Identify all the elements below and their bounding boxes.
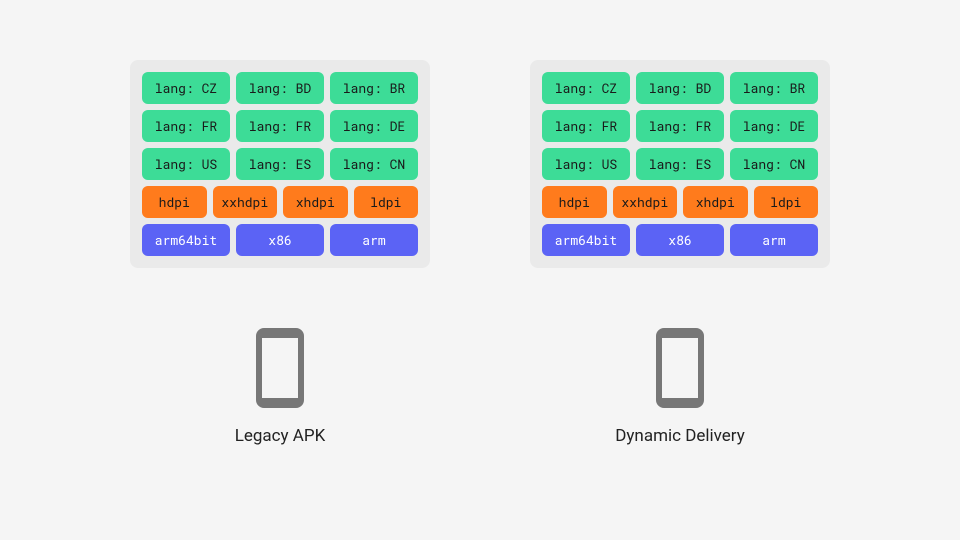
arch-chip: x86 <box>236 224 324 256</box>
lang-chip: lang: BR <box>730 72 818 104</box>
arch-chip: arm <box>330 224 418 256</box>
phone-icon <box>256 328 304 408</box>
lang-chip: lang: US <box>542 148 630 180</box>
dpi-chip: ldpi <box>754 186 819 218</box>
dpi-chip: xxhdpi <box>213 186 278 218</box>
lang-chip: lang: BD <box>236 72 324 104</box>
panel-dynamic: lang: CZ lang: BD lang: BR lang: FR lang… <box>530 60 830 446</box>
caption-legacy: Legacy APK <box>235 426 326 446</box>
lang-chip: lang: BD <box>636 72 724 104</box>
bundle-box-dynamic: lang: CZ lang: BD lang: BR lang: FR lang… <box>530 60 830 268</box>
arch-chip: arm <box>730 224 818 256</box>
dpi-chip: xhdpi <box>283 186 348 218</box>
dpi-chip: ldpi <box>354 186 419 218</box>
arch-chip: arm64bit <box>142 224 230 256</box>
dpi-chip: xxhdpi <box>613 186 678 218</box>
phone-dynamic: Dynamic Delivery <box>615 328 745 446</box>
lang-chip: lang: DE <box>330 110 418 142</box>
lang-chip: lang: ES <box>636 148 724 180</box>
arch-chip: arm64bit <box>542 224 630 256</box>
dpi-chip: hdpi <box>542 186 607 218</box>
arch-chip: x86 <box>636 224 724 256</box>
lang-chip: lang: FR <box>236 110 324 142</box>
lang-chip: lang: FR <box>636 110 724 142</box>
lang-chip: lang: ES <box>236 148 324 180</box>
bundle-box-legacy: lang: CZ lang: BD lang: BR lang: FR lang… <box>130 60 430 268</box>
phone-icon <box>656 328 704 408</box>
lang-chip: lang: CZ <box>142 72 230 104</box>
lang-chip: lang: FR <box>542 110 630 142</box>
lang-chip: lang: BR <box>330 72 418 104</box>
lang-chip: lang: FR <box>142 110 230 142</box>
dpi-chip: hdpi <box>142 186 207 218</box>
caption-dynamic: Dynamic Delivery <box>615 426 745 446</box>
lang-chip: lang: CZ <box>542 72 630 104</box>
lang-chip: lang: CN <box>730 148 818 180</box>
lang-chip: lang: CN <box>330 148 418 180</box>
dpi-chip: xhdpi <box>683 186 748 218</box>
lang-chip: lang: DE <box>730 110 818 142</box>
lang-chip: lang: US <box>142 148 230 180</box>
panel-legacy: lang: CZ lang: BD lang: BR lang: FR lang… <box>130 60 430 446</box>
phone-legacy: Legacy APK <box>235 328 326 446</box>
